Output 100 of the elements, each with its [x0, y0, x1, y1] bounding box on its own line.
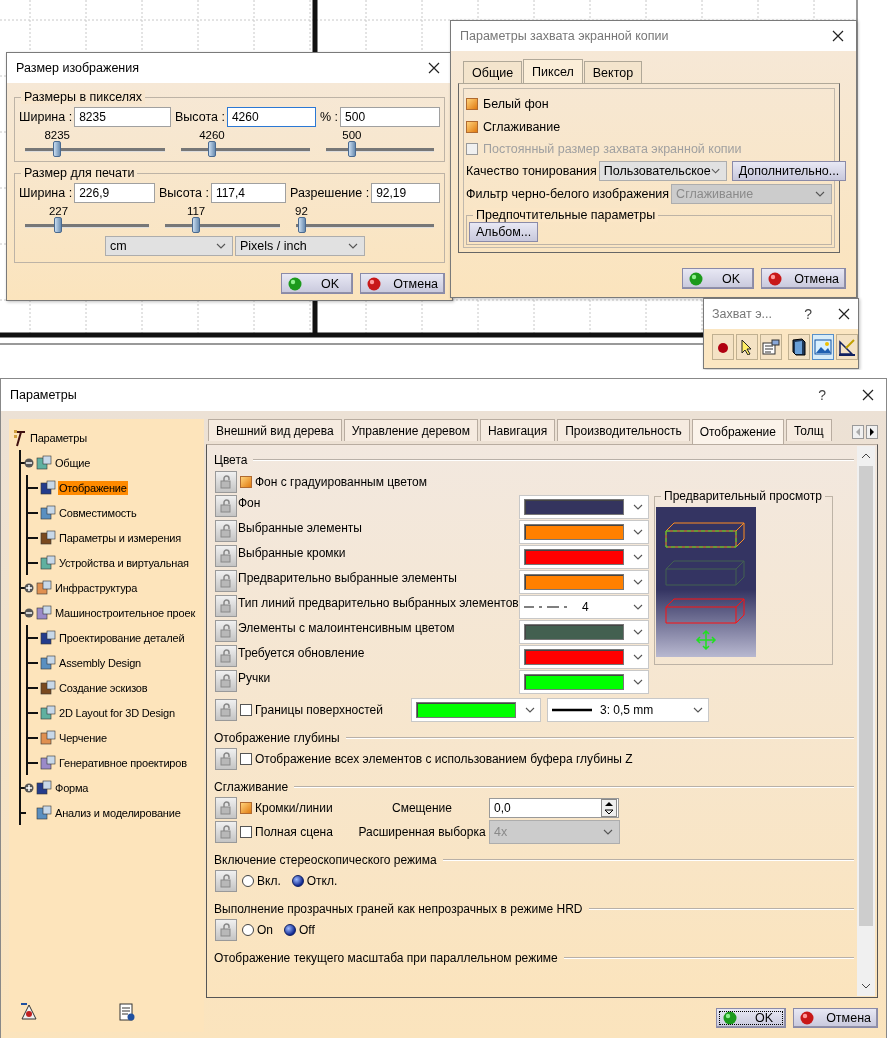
color-dropdown[interactable]	[519, 569, 649, 594]
collapse-icon[interactable]	[24, 457, 34, 468]
slider-track[interactable]	[296, 217, 434, 233]
radio-button[interactable]	[284, 924, 296, 936]
color-dropdown[interactable]	[519, 644, 649, 669]
color-dropdown[interactable]	[519, 544, 649, 569]
tab[interactable]: Отображение	[691, 419, 784, 444]
checkbox[interactable]	[240, 704, 252, 716]
tree-item[interactable]: Параметры	[29, 430, 88, 445]
lock-button[interactable]	[215, 620, 237, 642]
tree-item[interactable]: Анализ и моделирование	[54, 805, 182, 820]
radio-button[interactable]	[242, 924, 254, 936]
tab[interactable]: Управление деревом	[343, 419, 478, 441]
input-field[interactable]: 500	[340, 107, 440, 127]
spin-field[interactable]: 0,0	[489, 798, 619, 818]
tab[interactable]: Пиксел	[523, 59, 583, 83]
slider-thumb[interactable]	[207, 141, 216, 157]
slider-thumb[interactable]	[192, 217, 201, 233]
dropdown[interactable]: cm	[105, 236, 233, 256]
input-field[interactable]: 92,19	[371, 183, 440, 203]
line-width-dropdown[interactable]: 3: 0,5 mm	[547, 698, 709, 722]
input-field[interactable]: 8235	[74, 107, 171, 127]
lock-button[interactable]	[215, 495, 237, 517]
input-field[interactable]: 4260	[226, 107, 316, 127]
tree-item[interactable]: Генеративное проектиров	[58, 755, 188, 770]
lock-button[interactable]	[215, 797, 237, 819]
slider-track[interactable]	[25, 217, 149, 233]
lock-button[interactable]	[215, 570, 237, 592]
close-icon[interactable]	[862, 389, 874, 401]
tab[interactable]: Навигация	[479, 419, 556, 441]
slider-track[interactable]	[25, 141, 165, 157]
lock-button[interactable]	[215, 870, 237, 892]
lock-button[interactable]	[215, 520, 237, 542]
toolbar-button[interactable]	[788, 334, 810, 360]
lock-button[interactable]	[215, 645, 237, 667]
scrollbar[interactable]	[857, 446, 875, 996]
lock-button[interactable]	[215, 470, 237, 493]
slider-track[interactable]	[326, 141, 434, 157]
close-icon[interactable]	[428, 62, 440, 74]
lock-button[interactable]	[215, 670, 237, 692]
collapse-icon[interactable]	[24, 607, 34, 618]
color-dropdown[interactable]	[411, 698, 541, 722]
lock-button[interactable]	[215, 595, 237, 617]
tab[interactable]: Общие	[463, 61, 523, 83]
dropdown[interactable]: Пользовательское	[598, 161, 727, 182]
tree-item[interactable]: Отображение	[58, 480, 128, 495]
tab[interactable]: Вектор	[583, 61, 643, 83]
checkbox[interactable]	[240, 475, 252, 488]
tree-item[interactable]: Assembly Design	[58, 655, 142, 670]
lock-button[interactable]	[215, 919, 237, 941]
input-field[interactable]: 226,9	[74, 183, 155, 203]
toolbar-button[interactable]	[736, 334, 758, 360]
toolbar-button[interactable]	[836, 334, 858, 360]
tree-item[interactable]: Инфраструктура	[54, 580, 139, 595]
tree-item[interactable]: Совместимость	[58, 505, 138, 520]
album-button[interactable]: Альбом...	[469, 222, 539, 243]
tool-icon[interactable]	[117, 1002, 137, 1022]
slider-thumb[interactable]	[54, 217, 63, 233]
slider-thumb[interactable]	[53, 141, 62, 157]
tree-item[interactable]: Устройства и виртуальная	[58, 555, 190, 570]
ok-button[interactable]: OK	[682, 268, 755, 289]
color-dropdown[interactable]	[519, 619, 649, 644]
checkbox[interactable]	[466, 98, 478, 111]
slider-thumb[interactable]	[297, 217, 306, 233]
ok-button[interactable]: OK	[716, 1008, 787, 1028]
tree-item[interactable]: Черчение	[58, 730, 108, 745]
tree-item[interactable]: 2D Layout for 3D Design	[58, 705, 176, 720]
tree-item[interactable]: Проектирование деталей	[58, 630, 186, 645]
tab[interactable]: Толщ	[785, 419, 832, 441]
cancel-button[interactable]: Отмена	[761, 268, 846, 289]
tab[interactable]: Внешний вид дерева	[208, 419, 342, 441]
tree-item[interactable]: Общие	[54, 455, 92, 470]
checkbox[interactable]	[240, 753, 252, 765]
tree-item[interactable]: Машиностроительное проек	[54, 605, 196, 620]
input-field[interactable]: 117,4	[210, 183, 286, 203]
color-dropdown[interactable]	[519, 669, 649, 694]
more-button[interactable]: Дополнительно...	[731, 161, 847, 182]
expand-icon[interactable]	[24, 782, 34, 793]
checkbox[interactable]	[466, 120, 478, 133]
cancel-button[interactable]: Отмена	[360, 273, 445, 294]
tool-icon[interactable]	[19, 1002, 39, 1022]
radio-button[interactable]	[242, 875, 254, 887]
tree-item[interactable]: Форма	[54, 780, 90, 795]
dropdown[interactable]: Pixels / inch	[235, 236, 365, 256]
lock-button[interactable]	[215, 545, 237, 567]
cancel-button[interactable]: Отмена	[793, 1008, 878, 1028]
ok-button[interactable]: OK	[281, 273, 354, 294]
line-type-dropdown[interactable]: 4	[519, 594, 649, 619]
tree-item[interactable]: Создание эскизов	[58, 680, 149, 695]
slider-track[interactable]	[165, 217, 280, 233]
tab[interactable]: Производительность	[557, 419, 690, 441]
color-dropdown[interactable]	[519, 494, 649, 519]
radio-button[interactable]	[291, 875, 304, 887]
tree-item[interactable]: Параметры и измерения	[58, 530, 182, 545]
scroll-right-icon[interactable]	[866, 425, 878, 439]
help-button[interactable]: ?	[818, 387, 826, 403]
color-dropdown[interactable]	[519, 519, 649, 544]
expand-icon[interactable]	[24, 582, 34, 593]
checkbox[interactable]	[240, 802, 252, 814]
slider-track[interactable]	[181, 141, 310, 157]
